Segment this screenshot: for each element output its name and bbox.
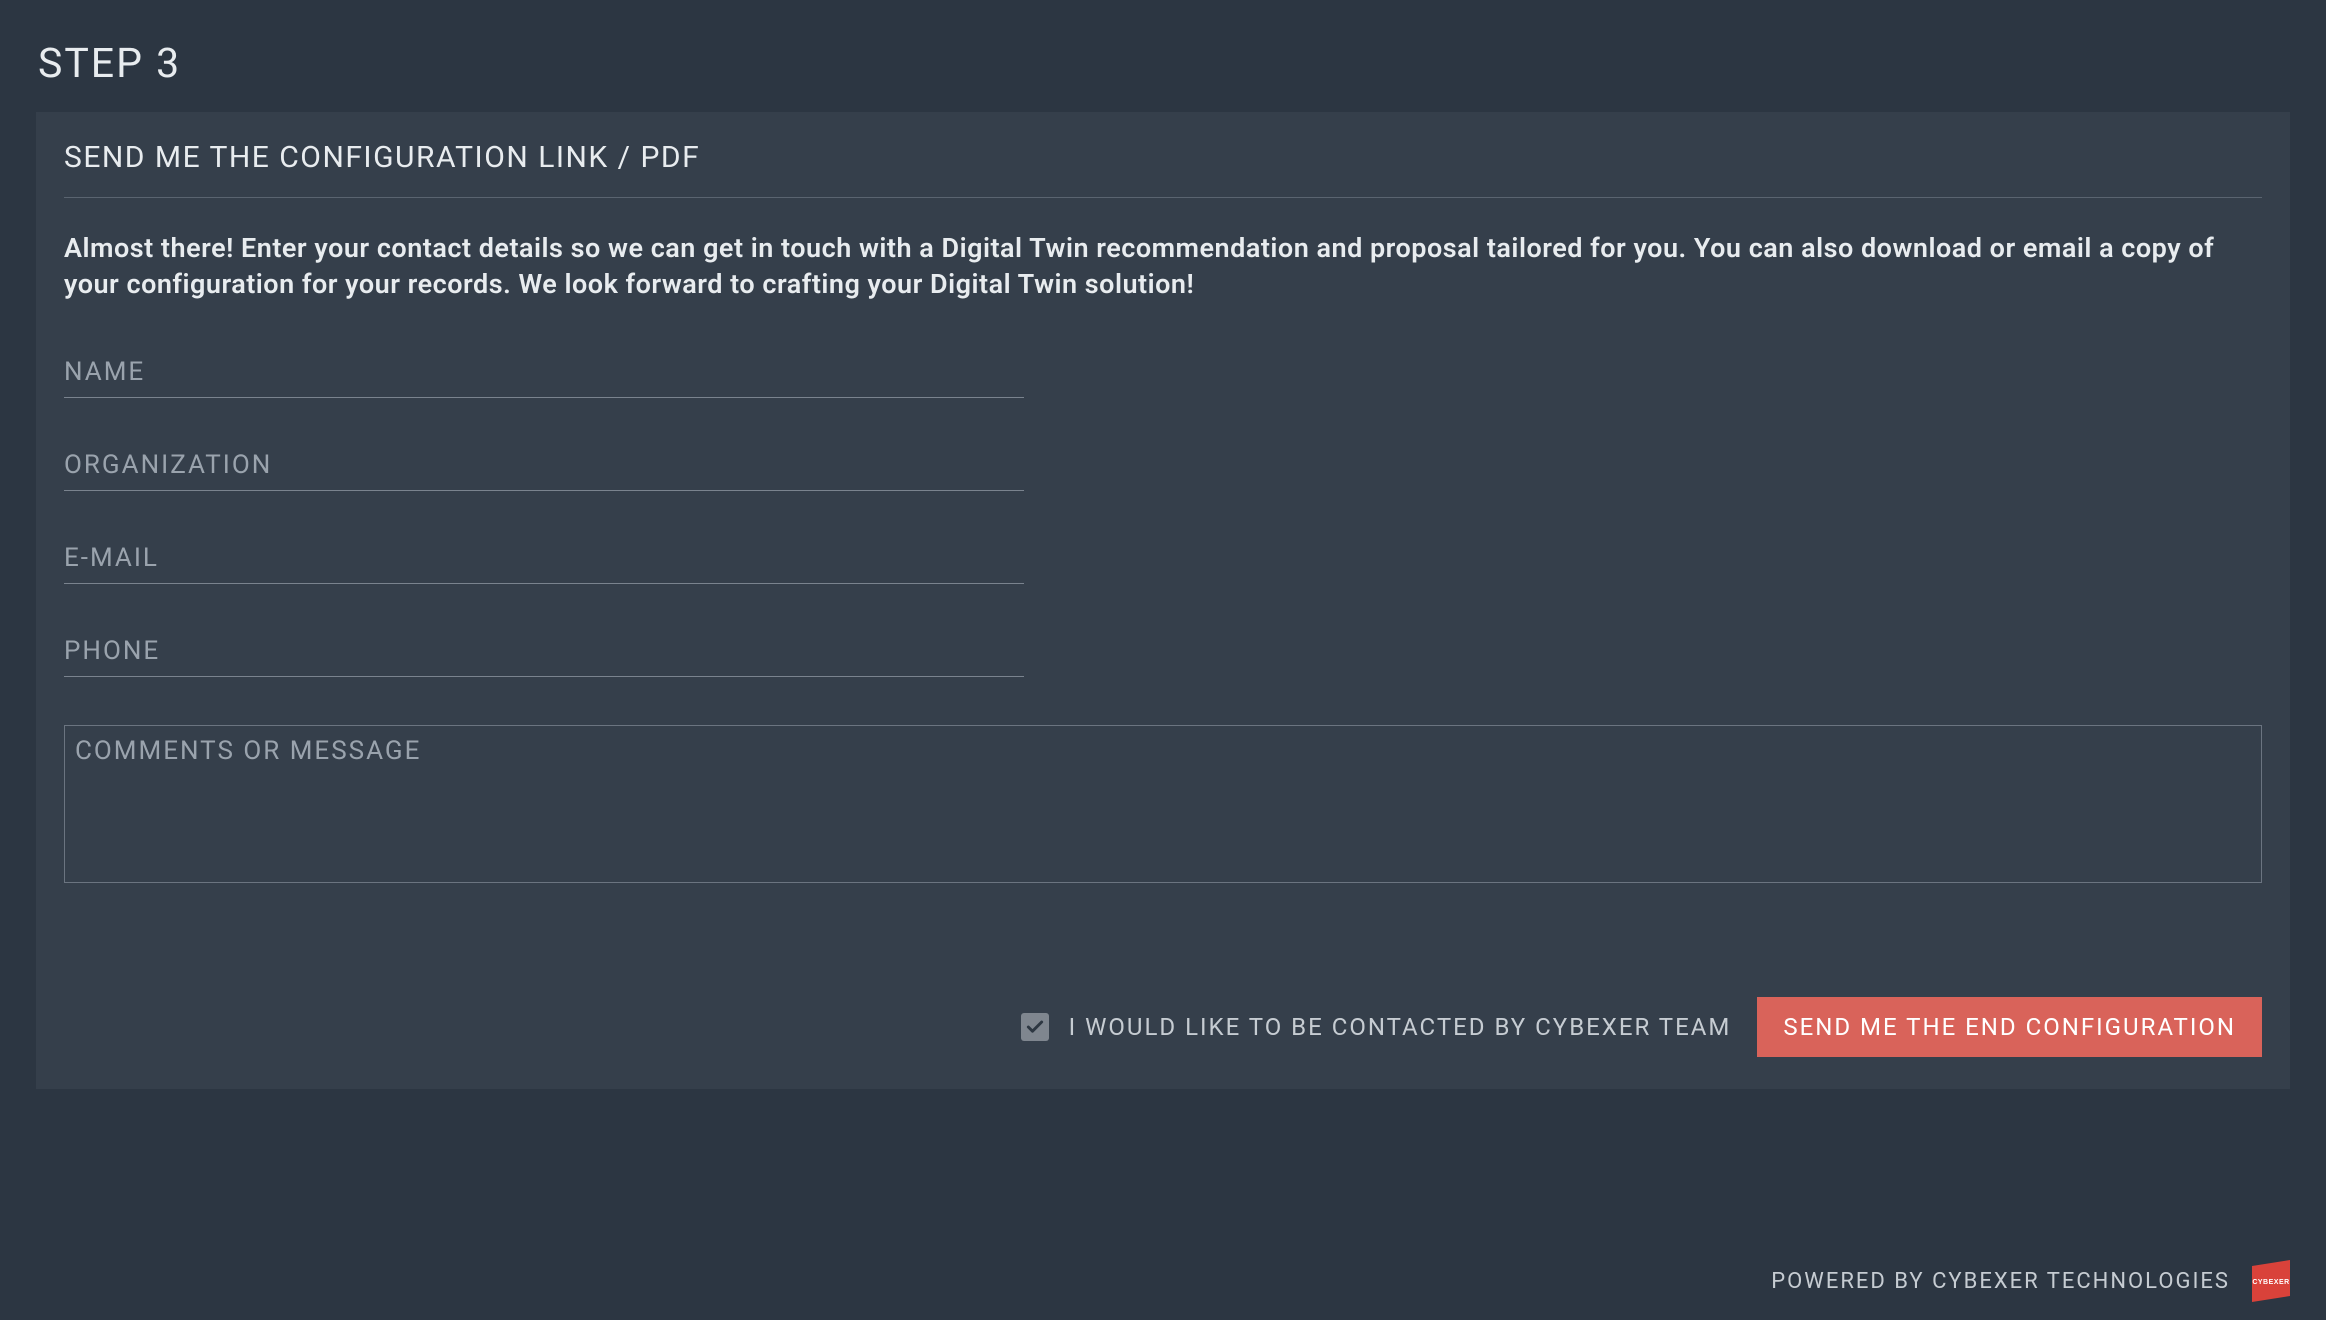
contact-checkbox[interactable]	[1021, 1013, 1049, 1041]
organization-input[interactable]	[64, 446, 1024, 491]
comments-field-row	[64, 725, 2262, 887]
email-input[interactable]	[64, 539, 1024, 584]
footer-powered-by: POWERED BY CYBEXER TECHNOLOGIES	[1771, 1269, 2230, 1294]
contact-form: I WOULD LIKE TO BE CONTACTED BY CYBEXER …	[64, 323, 2262, 1057]
contact-checkbox-wrap: I WOULD LIKE TO BE CONTACTED BY CYBEXER …	[1021, 1013, 1732, 1041]
page-header: STEP 3	[0, 0, 2326, 112]
cybexer-logo-icon: CYBEXER	[2248, 1258, 2294, 1304]
footer: POWERED BY CYBEXER TECHNOLOGIES CYBEXER	[0, 1242, 2326, 1320]
action-row: I WOULD LIKE TO BE CONTACTED BY CYBEXER …	[64, 997, 2262, 1057]
configuration-panel: SEND ME THE CONFIGURATION LINK / PDF Alm…	[36, 112, 2290, 1089]
comments-textarea[interactable]	[64, 725, 2262, 883]
contact-checkbox-label: I WOULD LIKE TO BE CONTACTED BY CYBEXER …	[1069, 1013, 1732, 1041]
submit-button[interactable]: SEND ME THE END CONFIGURATION	[1757, 997, 2262, 1057]
svg-text:CYBEXER: CYBEXER	[2252, 1279, 2289, 1286]
name-input[interactable]	[64, 353, 1024, 398]
step-title: STEP 3	[38, 40, 2288, 88]
organization-field-row	[64, 446, 2262, 491]
panel-description: Almost there! Enter your contact details…	[64, 198, 2262, 323]
panel-heading: SEND ME THE CONFIGURATION LINK / PDF	[64, 140, 2262, 198]
check-icon	[1025, 1017, 1045, 1037]
phone-input[interactable]	[64, 632, 1024, 677]
name-field-row	[64, 353, 2262, 398]
phone-field-row	[64, 632, 2262, 677]
email-field-row	[64, 539, 2262, 584]
